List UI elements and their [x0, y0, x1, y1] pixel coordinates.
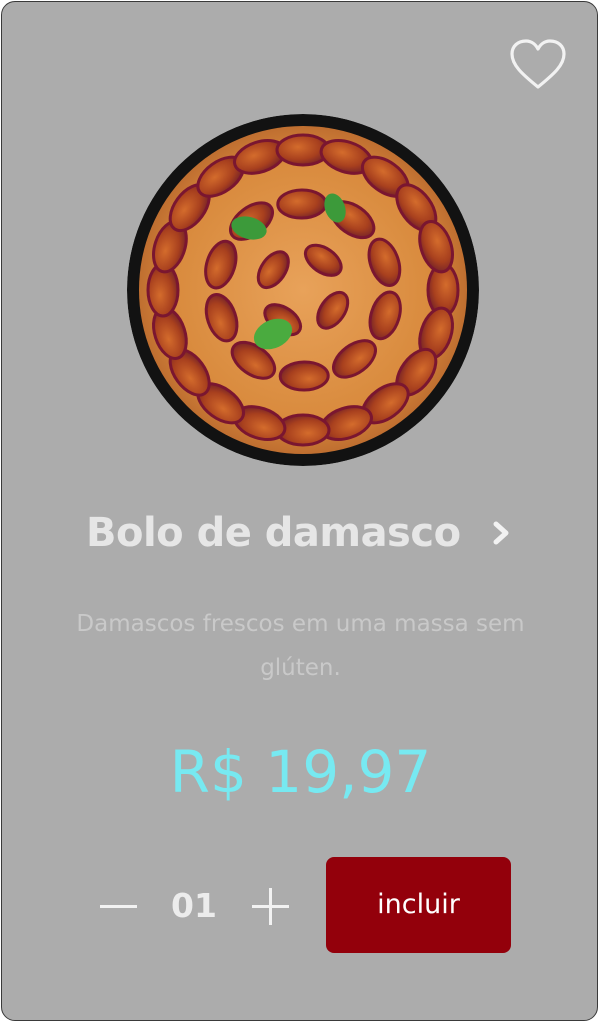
- product-title: Bolo de damasco: [85, 510, 461, 556]
- chevron-right-icon: [493, 521, 509, 545]
- apricot-slice: [276, 188, 328, 220]
- product-title-link[interactable]: Bolo de damasco: [2, 498, 597, 568]
- quantity-stepper: 01: [96, 878, 296, 934]
- product-card: Bolo de damasco Damascos frescos em uma …: [1, 1, 598, 1021]
- increase-quantity-button[interactable]: [248, 878, 292, 934]
- product-image: [127, 114, 479, 466]
- apricot-slice: [278, 360, 330, 392]
- favorite-button[interactable]: [508, 38, 568, 94]
- decrease-quantity-button[interactable]: [96, 878, 140, 934]
- add-to-cart-button[interactable]: incluir: [326, 857, 511, 953]
- heart-outline-icon: [510, 39, 566, 89]
- product-description: Damascos frescos em uma massa sem glúten…: [76, 611, 525, 681]
- product-price: R$ 19,97: [169, 738, 432, 806]
- quantity-value: 01: [171, 886, 217, 925]
